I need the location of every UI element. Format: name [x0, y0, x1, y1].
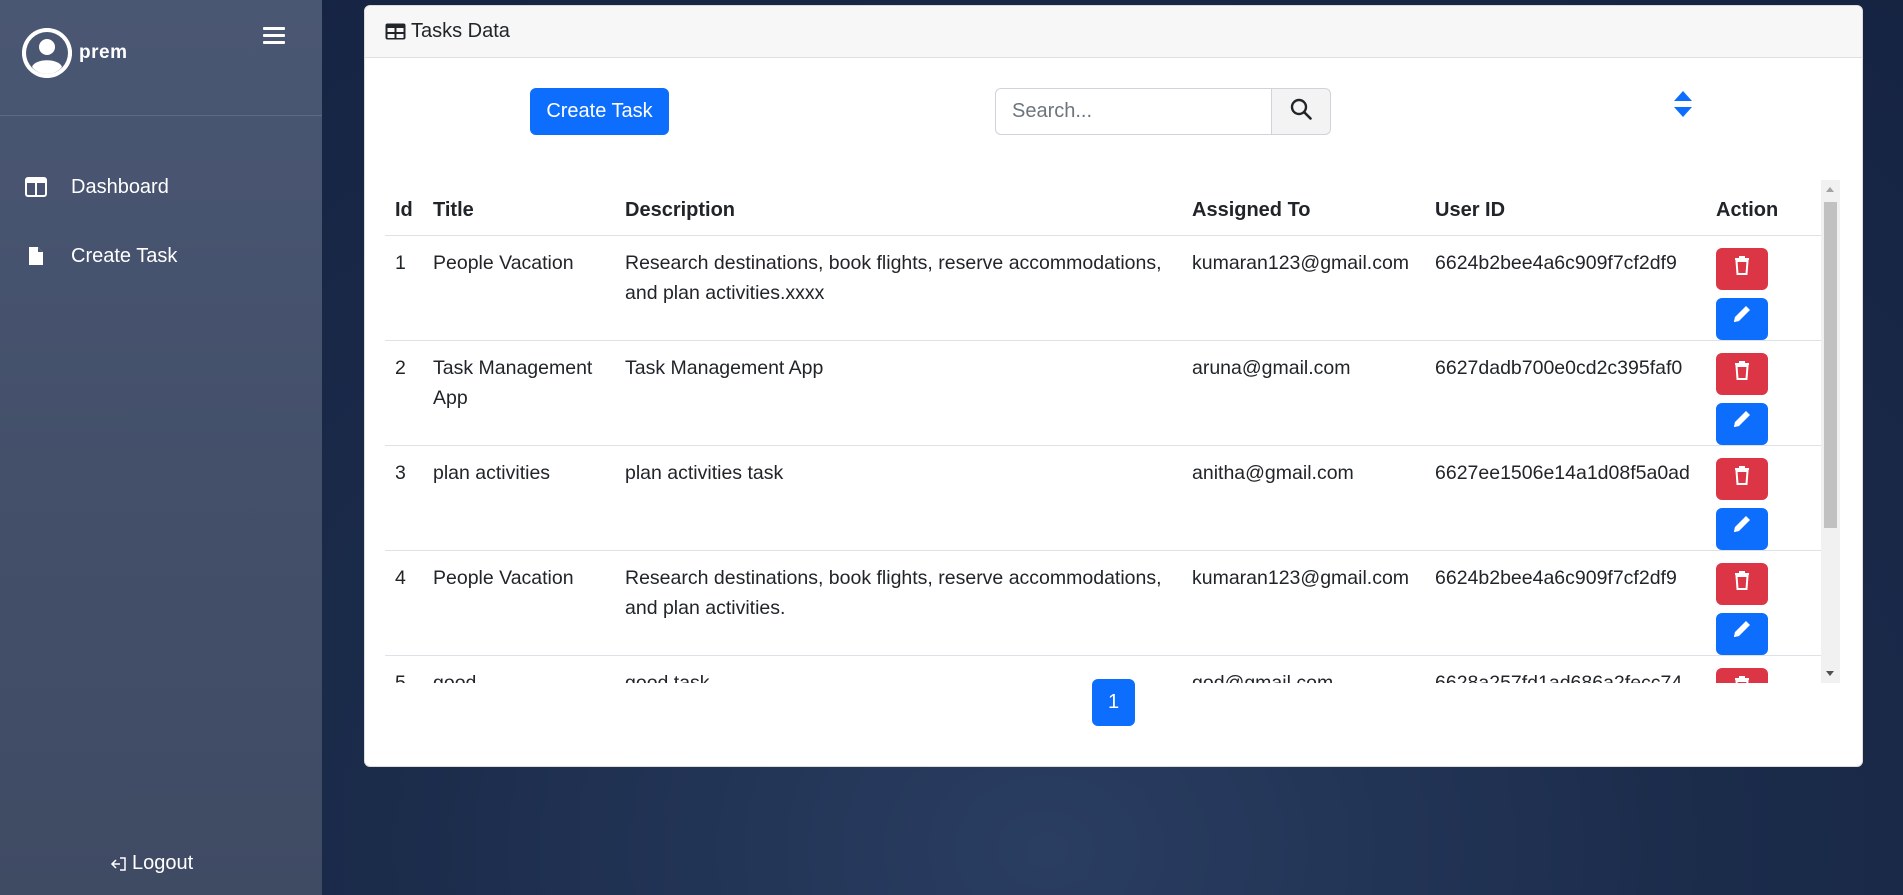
card-title: Tasks Data: [411, 20, 510, 42]
cell-action: [1706, 235, 1829, 341]
cell-description: Research destinations, book flights, res…: [615, 235, 1182, 341]
search-button[interactable]: [1271, 88, 1331, 135]
column-header: Action: [1706, 180, 1829, 236]
logout-icon: [110, 855, 128, 873]
column-header: Description: [615, 180, 1182, 236]
table-row: 1 People Vacation Research destinations,…: [385, 235, 1829, 341]
search-icon: [1290, 98, 1312, 125]
cell-id: 1: [385, 235, 423, 341]
column-header: Id: [385, 180, 423, 236]
logout-button[interactable]: Logout: [110, 852, 193, 875]
pencil-icon: [1731, 303, 1753, 334]
username: prem: [79, 42, 128, 63]
cell-user-id: 6627ee1506e14a1d08f5a0ad: [1425, 445, 1706, 551]
cell-id: 3: [385, 445, 423, 551]
pencil-icon: [1731, 513, 1753, 544]
cell-action: [1706, 550, 1829, 656]
scrollbar-thumb[interactable]: [1824, 202, 1837, 528]
column-header: Title: [423, 180, 615, 236]
scroll-up-arrow-icon[interactable]: [1826, 187, 1834, 192]
cell-assigned: aruna@gmail.com: [1182, 340, 1425, 446]
delete-button[interactable]: [1716, 352, 1768, 395]
cell-action: [1706, 340, 1829, 446]
dashboard-icon: [25, 176, 47, 198]
cell-assigned: anitha@gmail.com: [1182, 445, 1425, 551]
scroll-down-arrow-icon[interactable]: [1826, 671, 1834, 676]
cell-assigned: kumaran123@gmail.com: [1182, 235, 1425, 341]
tasks-card: Tasks Data Create Task Id: [364, 5, 1863, 767]
file-icon: [25, 245, 47, 267]
cell-id: 2: [385, 340, 423, 446]
cell-title: plan activities: [423, 445, 615, 551]
search-group: [995, 88, 1331, 135]
cell-id: 5: [385, 655, 423, 683]
sidebar-item-dashboard[interactable]: Dashboard: [0, 165, 322, 209]
delete-button[interactable]: [1716, 247, 1768, 290]
trash-icon: [1734, 254, 1750, 284]
menu-toggle-icon[interactable]: [263, 27, 285, 47]
tasks-table-container: Id Title Description Assigned To User ID…: [385, 180, 1829, 683]
table-row: 2 Task Management App Task Management Ap…: [385, 340, 1829, 446]
delete-button[interactable]: [1716, 457, 1768, 500]
trash-icon: [1734, 569, 1750, 599]
search-input[interactable]: [995, 88, 1271, 135]
cell-user-id: 6627dadb700e0cd2c395faf0: [1425, 340, 1706, 446]
cell-user-id: 6628a257fd1ad686a2fecc74: [1425, 655, 1706, 683]
cell-user-id: 6624b2bee4a6c909f7cf2df9: [1425, 550, 1706, 656]
table-row: 4 People Vacation Research destinations,…: [385, 550, 1829, 656]
sort-icon[interactable]: [1671, 89, 1695, 119]
edit-button[interactable]: [1716, 507, 1768, 550]
cell-assigned: god@gmail.com: [1182, 655, 1425, 683]
edit-button[interactable]: [1716, 402, 1768, 445]
sidebar-item-label: Dashboard: [71, 175, 169, 198]
trash-icon: [1734, 674, 1750, 683]
delete-button[interactable]: [1716, 667, 1768, 683]
card-header: Tasks Data: [365, 6, 1862, 58]
cell-action: [1706, 445, 1829, 551]
trash-icon: [1734, 464, 1750, 494]
cell-description: plan activities task: [615, 445, 1182, 551]
table-header-row: Id Title Description Assigned To User ID…: [385, 180, 1829, 236]
sidebar-item-create-task[interactable]: Create Task: [0, 234, 322, 278]
table-icon: [385, 23, 406, 40]
tasks-table: Id Title Description Assigned To User ID…: [385, 180, 1829, 683]
table-scrollbar[interactable]: [1821, 180, 1840, 683]
cell-title: People Vacation: [423, 550, 615, 656]
pencil-icon: [1731, 618, 1753, 649]
edit-button[interactable]: [1716, 612, 1768, 655]
cell-id: 4: [385, 550, 423, 656]
cell-description: Research destinations, book flights, res…: [615, 550, 1182, 656]
cell-description: Task Management App: [615, 340, 1182, 446]
sidebar: prem Dashboard Create Task Logout: [0, 0, 322, 895]
edit-button[interactable]: [1716, 297, 1768, 340]
cell-action: [1706, 655, 1829, 683]
delete-button[interactable]: [1716, 562, 1768, 605]
cell-title: Task Management App: [423, 340, 615, 446]
trash-icon: [1734, 359, 1750, 389]
cell-assigned: kumaran123@gmail.com: [1182, 550, 1425, 656]
cell-title: People Vacation: [423, 235, 615, 341]
create-task-button[interactable]: Create Task: [530, 88, 669, 135]
column-header: User ID: [1425, 180, 1706, 236]
logout-label: Logout: [132, 852, 194, 874]
pagination-page-button[interactable]: 1: [1092, 679, 1135, 726]
pencil-icon: [1731, 408, 1753, 439]
sidebar-item-label: Create Task: [71, 244, 178, 267]
cell-user-id: 6624b2bee4a6c909f7cf2df9: [1425, 235, 1706, 341]
table-row: 3 plan activities plan activities task a…: [385, 445, 1829, 551]
sidebar-header: prem: [0, 0, 322, 116]
column-header: Assigned To: [1182, 180, 1425, 236]
cell-title: good: [423, 655, 615, 683]
avatar-icon: [22, 28, 72, 78]
